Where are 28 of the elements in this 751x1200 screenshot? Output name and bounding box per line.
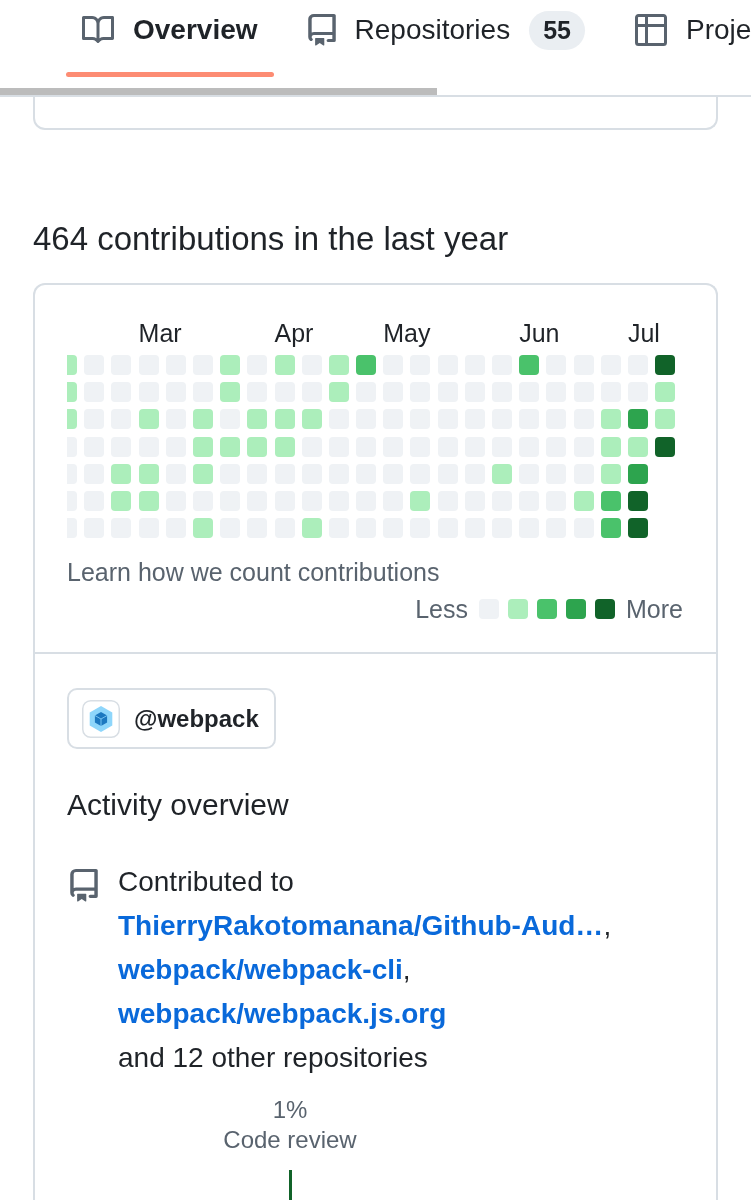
- legend-less-label: Less: [415, 594, 469, 625]
- repo-icon: [307, 14, 336, 46]
- legend-more-label: More: [626, 594, 683, 625]
- nav-tab[interactable]: Proje: [619, 0, 751, 77]
- month-label: May: [383, 319, 431, 347]
- nav-tab[interactable]: Overview: [66, 0, 274, 77]
- month-label: Jun: [519, 319, 560, 347]
- month-label: Mar: [138, 319, 182, 347]
- table-icon: [635, 14, 667, 46]
- tab-counter: 55: [529, 10, 585, 50]
- graph-percent-label: 1%: [272, 1095, 308, 1126]
- activity-heading: Activity overview: [67, 787, 290, 824]
- month-label: Jul: [627, 319, 660, 347]
- month-label: Apr: [274, 319, 314, 347]
- graph-axis-label: Code review: [223, 1125, 357, 1156]
- contributions-heading: 464 contributions in the last year: [33, 219, 510, 259]
- learn-link[interactable]: Learn how we count contributions: [67, 557, 440, 588]
- repo-link[interactable]: webpack/webpack-cli: [118, 954, 403, 986]
- repo-icon: [70, 869, 98, 903]
- book-icon: [82, 14, 114, 46]
- repo-link[interactable]: webpack/webpack.js.org: [118, 998, 447, 1030]
- repo-link[interactable]: ThierryRakotomanana/Github-Aud…: [118, 910, 604, 942]
- graph-axis-line: [288, 1170, 292, 1200]
- contribution-summary: Contributed to ThierryRakotomanana/Github-Aud…, webpack/webpack-cli, webpack/webpack.js.org and 12 other repositories: [118, 865, 612, 1076]
- nav-tab[interactable]: Repositories 55: [291, 0, 601, 77]
- cube-logo-icon: [82, 699, 120, 738]
- scrollbar-thumb[interactable]: [0, 88, 437, 95]
- org-filter-button[interactable]: @webpack: [67, 688, 276, 750]
